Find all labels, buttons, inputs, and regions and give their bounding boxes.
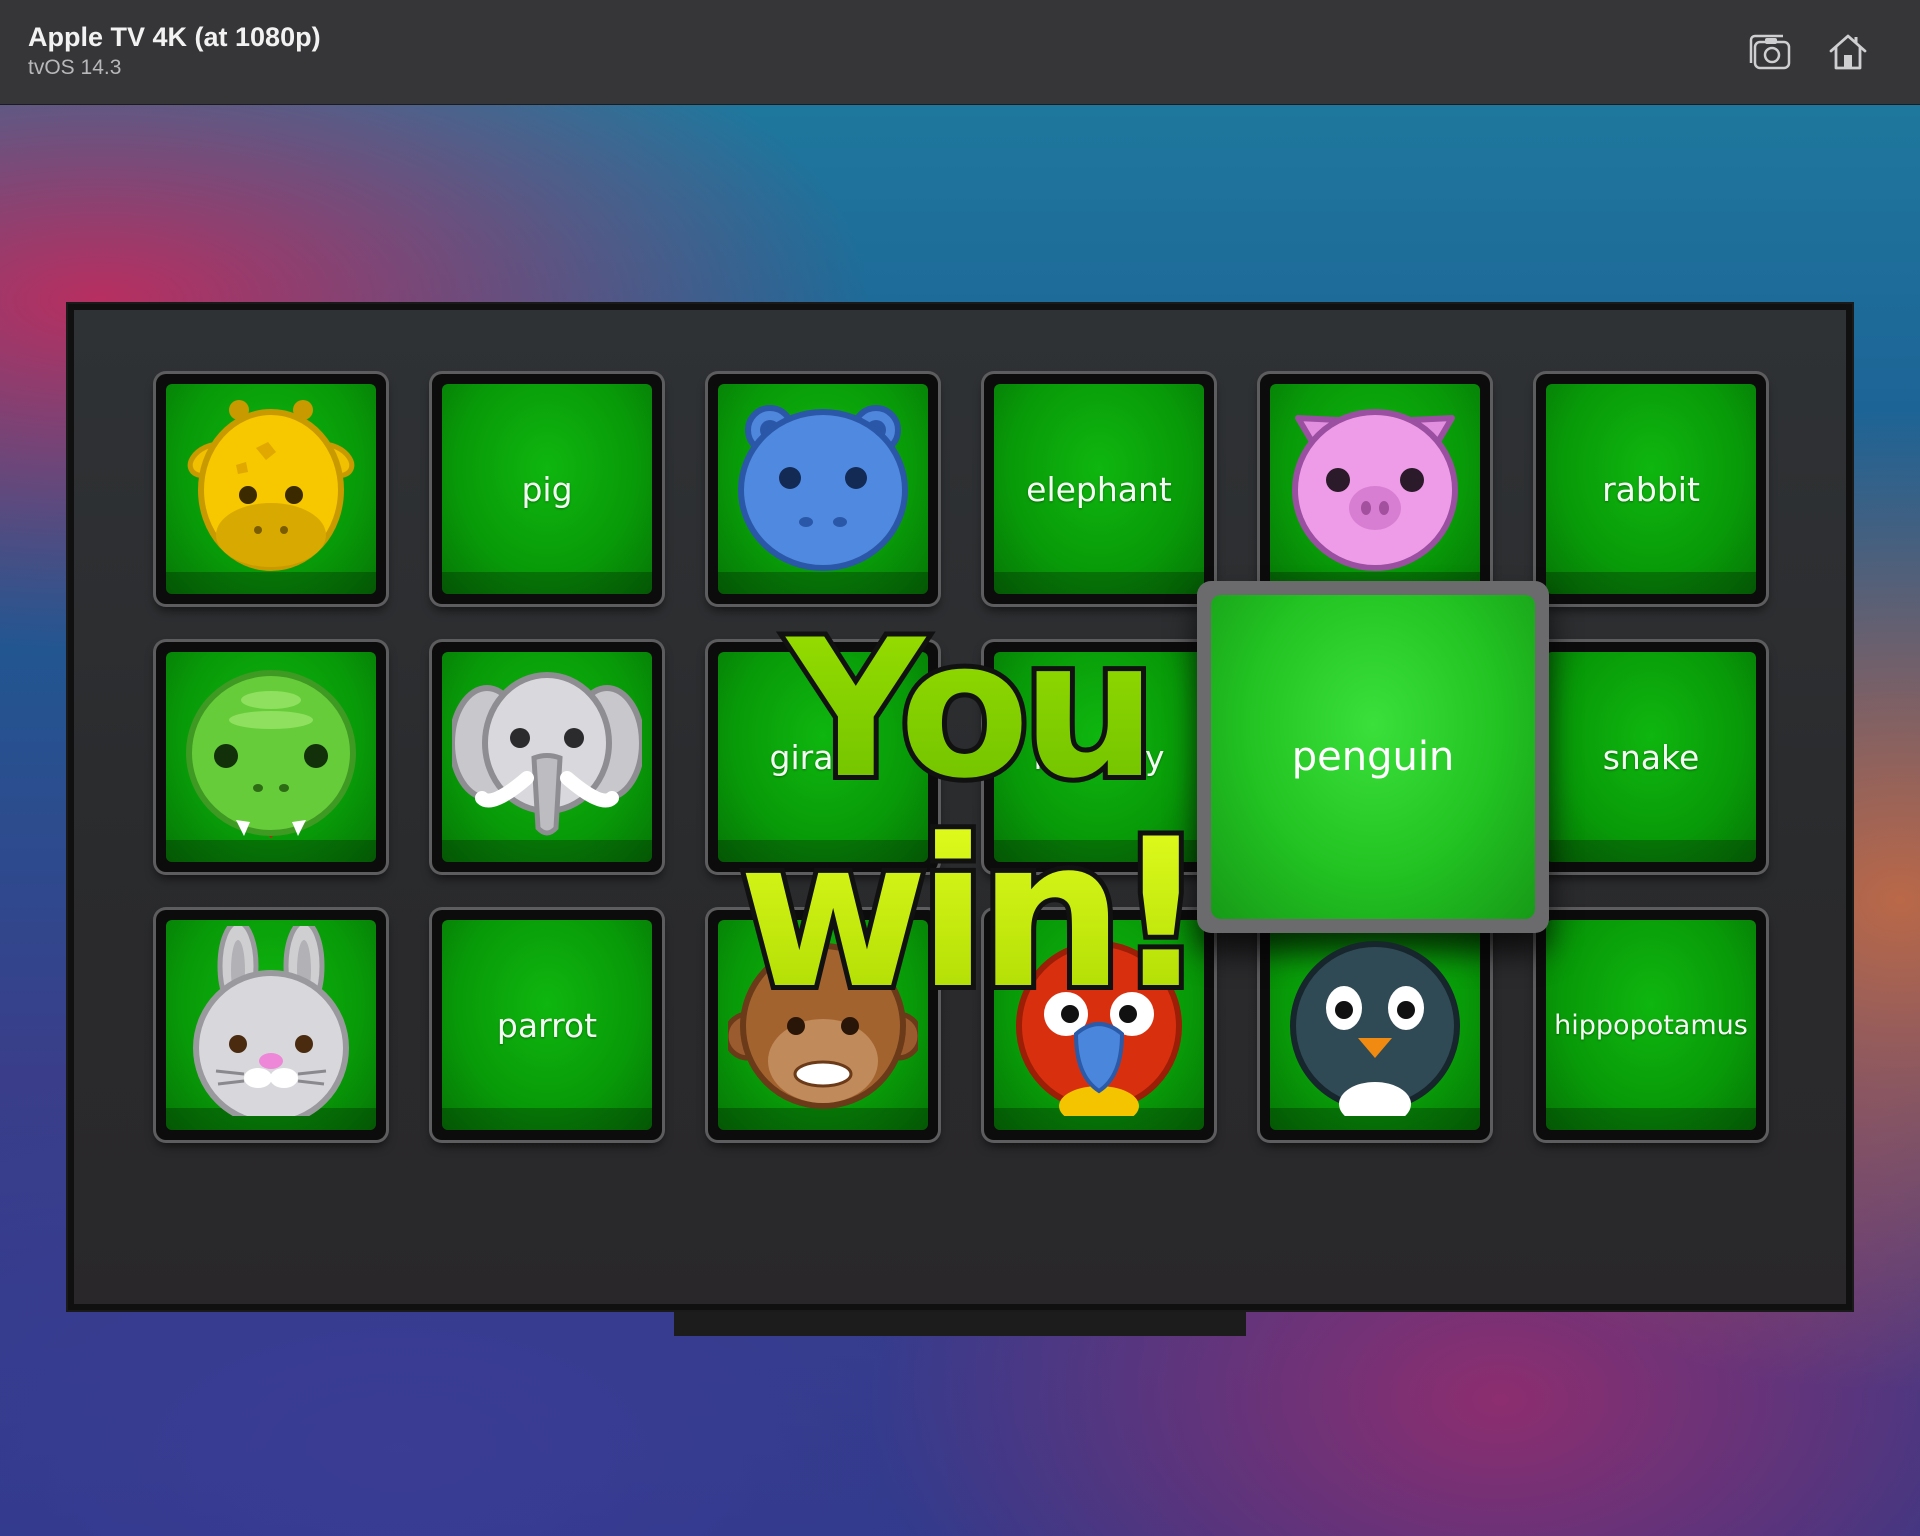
- tile-word-pig[interactable]: pig: [432, 374, 662, 604]
- hippopotamus-icon: [738, 405, 908, 571]
- tile-snake-image[interactable]: [156, 642, 386, 872]
- elephant-icon: [452, 672, 642, 836]
- screenshot-button[interactable]: [1746, 28, 1794, 76]
- tile-word-giraffe[interactable]: giraffe: [708, 642, 938, 872]
- tile-label: rabbit: [1602, 469, 1700, 509]
- tile-label: monkey: [1033, 737, 1165, 777]
- tile-elephant-image[interactable]: [432, 642, 662, 872]
- home-icon: [1829, 34, 1867, 70]
- tile-hippopotamus-image[interactable]: [708, 374, 938, 604]
- tile-label: elephant: [1026, 469, 1172, 509]
- pig-icon: [1292, 409, 1458, 571]
- tile-word-elephant[interactable]: elephant: [984, 374, 1214, 604]
- focused-tile-label: penguin: [1291, 734, 1455, 780]
- tile-monkey-image[interactable]: [708, 910, 938, 1140]
- giraffe-icon: [187, 400, 355, 571]
- tile-word-snake[interactable]: snake: [1536, 642, 1766, 872]
- tile-rabbit-image[interactable]: [156, 910, 386, 1140]
- simulator-title-bar: Apple TV 4K (at 1080p) tvOS 14.3: [0, 0, 1920, 105]
- tile-label: hippopotamus: [1554, 1009, 1748, 1041]
- snake-icon: [186, 670, 356, 838]
- tile-word-rabbit[interactable]: rabbit: [1536, 374, 1766, 604]
- tile-parrot-image[interactable]: [984, 910, 1214, 1140]
- parrot-icon: [1016, 941, 1182, 1116]
- tile-word-hippopotamus[interactable]: hippopotamus: [1536, 910, 1766, 1140]
- tv-stand: [674, 1312, 1246, 1336]
- tile-penguin-image[interactable]: [1260, 910, 1490, 1140]
- os-version: tvOS 14.3: [28, 56, 122, 79]
- penguin-icon: [1290, 941, 1460, 1116]
- tile-label: pig: [521, 469, 573, 509]
- rabbit-icon: [193, 926, 349, 1116]
- tile-word-penguin-focused[interactable]: penguin: [1197, 581, 1549, 933]
- tile-pig-image[interactable]: [1260, 374, 1490, 604]
- tile-word-parrot[interactable]: parrot: [432, 910, 662, 1140]
- screenshot-icon: [1749, 34, 1791, 70]
- tile-label: parrot: [496, 1005, 598, 1045]
- tile-word-monkey[interactable]: monkey: [984, 642, 1214, 872]
- monkey-icon: [728, 943, 918, 1109]
- device-title: Apple TV 4K (at 1080p): [28, 22, 321, 52]
- tile-label: snake: [1602, 737, 1700, 777]
- tile-giraffe-image[interactable]: [156, 374, 386, 604]
- tile-label: giraffe: [769, 737, 877, 777]
- home-button[interactable]: [1824, 28, 1872, 76]
